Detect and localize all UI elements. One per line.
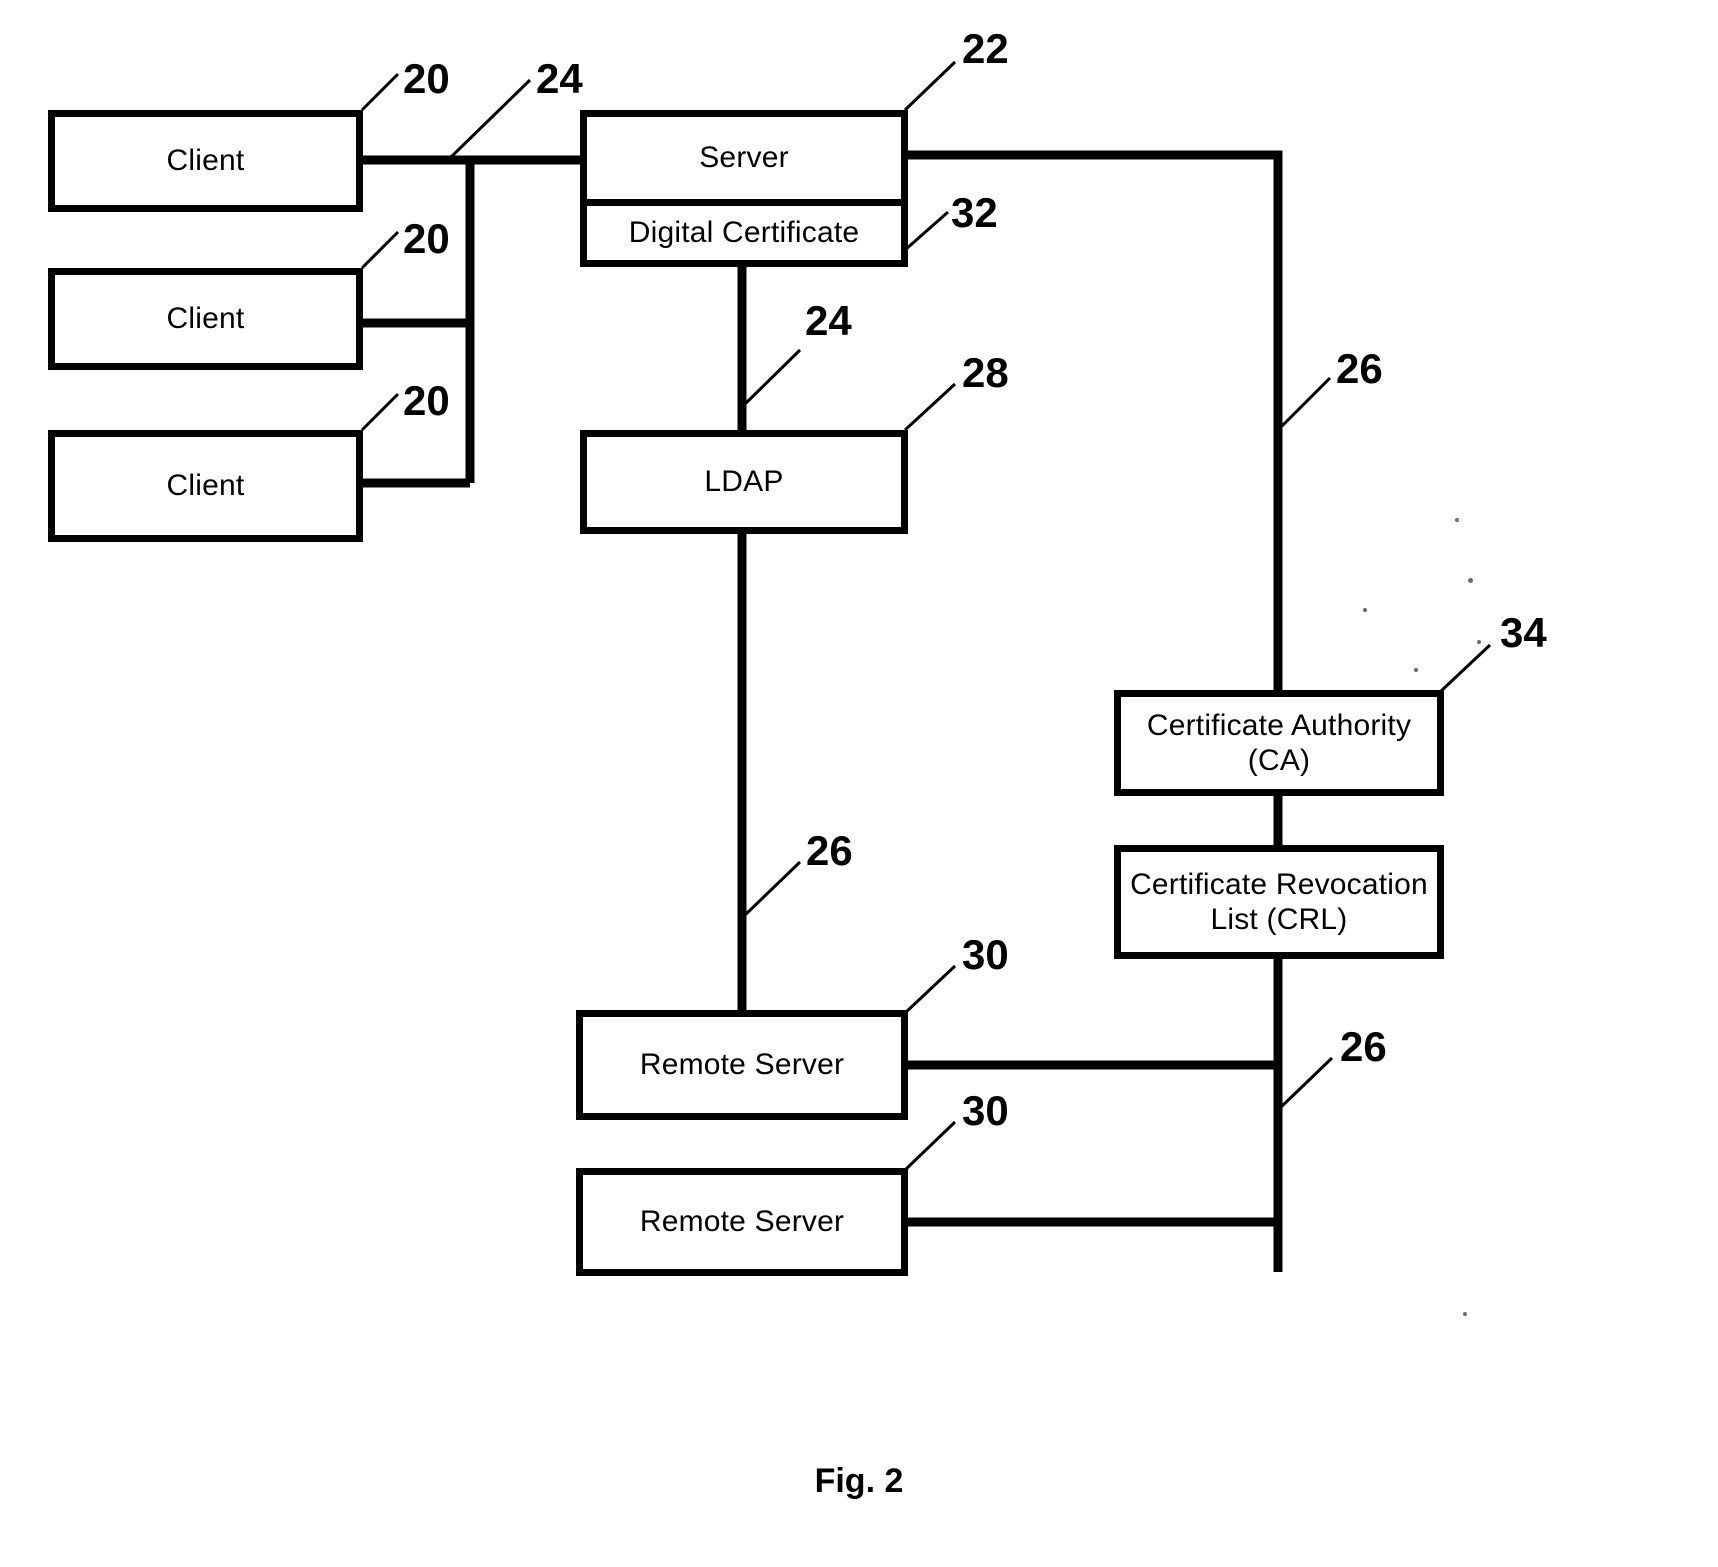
scan-speck	[1468, 578, 1473, 583]
node-server-main: Server	[587, 117, 901, 199]
scan-speck	[1477, 640, 1481, 644]
leader-digital-certificate-32	[904, 210, 949, 252]
node-crl-label-line1: Certificate Revocation	[1130, 867, 1428, 901]
figure-caption: Fig. 2	[814, 1462, 904, 1500]
ref-numeral-client-3: 20	[403, 377, 450, 424]
node-certificate-authority-label-line2: (CA)	[1247, 744, 1311, 777]
node-crl-label-line2: List (CRL)	[1210, 903, 1348, 936]
leader-crl-remote-26	[1278, 1056, 1334, 1110]
leader-server-ldap-24	[742, 348, 802, 407]
ref-numeral-client-bus-24: 24	[536, 55, 583, 102]
node-digital-certificate-label: Digital Certificate	[628, 216, 860, 249]
node-remote-server-2-label: Remote Server	[639, 1205, 845, 1239]
ref-numeral-remote-server-1-30: 30	[962, 931, 1009, 978]
leader-ldap-28	[903, 382, 957, 432]
ref-numeral-server-ca-26: 26	[1336, 345, 1383, 392]
node-client-1[interactable]: Client	[48, 110, 363, 212]
ref-numeral-crl-remote-26: 26	[1340, 1023, 1387, 1070]
ref-numeral-digital-certificate-32: 32	[951, 189, 998, 236]
ref-numeral-client-1: 20	[403, 55, 450, 102]
node-ldap-label: LDAP	[704, 465, 784, 499]
ref-numeral-server-22: 22	[962, 25, 1009, 72]
node-certificate-authority-label-line1: Certificate Authority	[1146, 708, 1412, 742]
ref-numeral-client-2: 20	[403, 215, 450, 262]
node-digital-certificate[interactable]: Digital Certificate	[587, 199, 901, 260]
scan-speck	[1455, 518, 1459, 522]
node-client-3-label: Client	[166, 469, 245, 503]
leader-ca-34	[1438, 643, 1492, 694]
scan-speck	[1463, 1312, 1467, 1316]
node-client-3[interactable]: Client	[48, 430, 363, 542]
node-remote-server-1-label: Remote Server	[639, 1048, 845, 1082]
ref-numeral-server-ldap-24: 24	[805, 297, 852, 344]
leader-remote-server1-30	[903, 964, 957, 1015]
node-server-label: Server	[699, 141, 789, 174]
node-server[interactable]: Server Digital Certificate	[580, 110, 908, 267]
node-remote-server-1[interactable]: Remote Server	[576, 1010, 908, 1120]
leader-client1	[360, 72, 400, 112]
ref-numeral-remote-server-2-30: 30	[962, 1087, 1009, 1134]
node-client-2-label: Client	[166, 302, 245, 336]
leader-server-22	[903, 60, 957, 112]
leader-server-ca-26	[1278, 376, 1332, 430]
node-client-2[interactable]: Client	[48, 268, 363, 370]
scan-speck	[1414, 668, 1418, 672]
node-client-1-label: Client	[166, 144, 245, 178]
ref-numeral-ca-34: 34	[1500, 609, 1547, 656]
patent-figure: Client Client Client Server Digital Cert…	[0, 0, 1718, 1567]
leader-client-bus-24	[448, 78, 532, 160]
node-certificate-revocation-list[interactable]: Certificate Revocation List (CRL)	[1114, 845, 1444, 959]
leader-client3	[360, 392, 400, 432]
node-ldap[interactable]: LDAP	[580, 430, 908, 534]
ref-numeral-ldap-remote-26: 26	[806, 827, 853, 874]
ref-numeral-ldap-28: 28	[962, 349, 1009, 396]
leader-remote-server2-30	[903, 1120, 957, 1172]
scan-speck	[1363, 608, 1367, 612]
node-remote-server-2[interactable]: Remote Server	[576, 1168, 908, 1276]
leader-ldap-remote-26	[742, 860, 802, 918]
node-certificate-authority[interactable]: Certificate Authority (CA)	[1114, 690, 1444, 796]
leader-client2	[360, 230, 400, 270]
